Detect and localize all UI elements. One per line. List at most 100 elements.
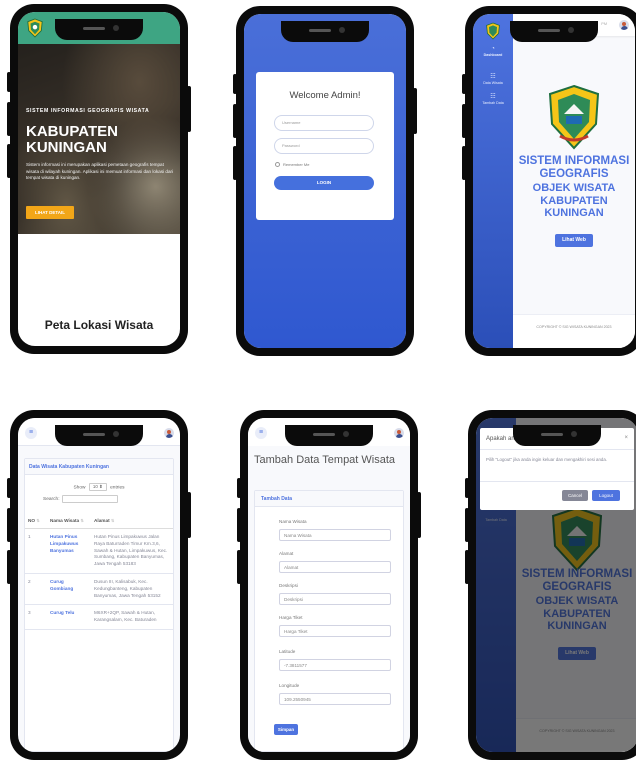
- table-row: 2 Curug Gombiang Dusun III, Kalisabuk, K…: [25, 573, 173, 606]
- search-control: Search:: [43, 495, 118, 503]
- phone-side-button: [7, 102, 11, 136]
- hero-subtitle: SISTEM INFORMASI GEOGRAFIS WISATA: [26, 108, 150, 114]
- card-title: Tambah Data: [255, 491, 403, 507]
- dashboard-title-line: OBJEK WISATA KABUPATEN KUNINGAN: [532, 182, 616, 219]
- phone-side-button: [233, 146, 237, 180]
- search-label: Search:: [43, 496, 60, 502]
- dashboard-main: Agustus 2023 PM SISTEM INFORMASI GEOGRAF…: [513, 14, 635, 348]
- dashboard-title-line: GEOGRAFIS: [539, 167, 609, 180]
- form-card: Tambah Data Nama Wisata Nama Wisata Alam…: [254, 490, 404, 752]
- dashboard-icon: ◔: [491, 46, 495, 52]
- user-avatar-icon[interactable]: [619, 20, 629, 30]
- table-header-row: NO ⇅ Nama Wisata ⇅ Alamat ⇅: [25, 513, 173, 529]
- nama-wisata-input[interactable]: Nama Wisata: [279, 529, 391, 541]
- wisata-name-link[interactable]: Hutan Pinus Limpakuwus Banyumas: [47, 528, 91, 574]
- phone-side-button: [7, 144, 11, 178]
- search-input[interactable]: [61, 495, 118, 503]
- footer: COPYRIGHT © SIG WISATA KUNINGAN 2023: [513, 314, 635, 348]
- phone-side-button: [465, 508, 469, 542]
- phone-notch: [55, 425, 143, 446]
- remember-me-label: Remember Me: [283, 162, 310, 167]
- phone-side-button: [462, 74, 466, 94]
- detail-button[interactable]: LIHAT DETAIL: [26, 206, 74, 219]
- alamat-input[interactable]: Alamat: [279, 561, 391, 573]
- entries-control: Show 10 ⬍ entries: [25, 483, 173, 491]
- kuningan-emblem-icon[interactable]: [26, 18, 44, 38]
- remember-me-checkbox[interactable]: Remember Me: [275, 162, 309, 167]
- phone-side-button: [233, 74, 237, 94]
- longitude-input[interactable]: 109.2550945: [279, 693, 391, 705]
- phone-side-button: [413, 88, 417, 134]
- column-header[interactable]: NO ⇅: [25, 513, 47, 529]
- view-web-button[interactable]: Lihat Web: [555, 234, 593, 247]
- field-label: Latitude: [279, 649, 296, 654]
- table-row: 1 Hutan Pinus Limpakuwus Banyumas Hutan …: [25, 528, 173, 574]
- column-header[interactable]: Alamat ⇅: [91, 513, 173, 529]
- phone-login: Welcome Admin! Username Password Remembe…: [233, 6, 417, 356]
- latitude-input[interactable]: -7.3811577: [279, 659, 391, 671]
- login-button[interactable]: LOGIN: [274, 176, 374, 190]
- wisata-address: Hutan Pinus Limpakuwus Jalan Raya Baturr…: [91, 528, 173, 574]
- field-label: Deskripsi: [279, 583, 298, 588]
- phone-side-button: [417, 492, 421, 538]
- sort-icon: ⇅: [80, 518, 84, 523]
- phone-side-button: [7, 478, 11, 498]
- field-label: Nama Wisata: [279, 519, 307, 524]
- login-screen: Welcome Admin! Username Password Remembe…: [244, 14, 406, 348]
- phone-side-button: [237, 508, 241, 542]
- column-header-label: Nama Wisata: [50, 518, 80, 523]
- phone-landing: SISTEM INFORMASI GEOGRAFIS WISATA KABUPA…: [7, 4, 191, 354]
- save-button[interactable]: Simpan: [274, 724, 298, 735]
- dashboard-title: SISTEM INFORMASI GEOGRAFIS OBJEK WISATA …: [513, 155, 635, 220]
- column-header-label: Alamat: [94, 518, 110, 523]
- phone-notch: [513, 425, 601, 446]
- table-row: 3 Curug Telu M6XR+2QP, Sawah & Hutan, Ka…: [25, 604, 173, 630]
- username-input[interactable]: Username: [274, 115, 374, 131]
- column-header-label: NO: [28, 518, 36, 523]
- phone-side-button: [462, 146, 466, 180]
- kuningan-emblem-icon[interactable]: [485, 22, 501, 40]
- phone-side-button: [7, 550, 11, 584]
- phone-side-button: [465, 550, 469, 584]
- wisata-address: M6XR+2QP, Sawah & Hutan, Karangsalam, Ke…: [91, 604, 173, 630]
- checkbox-icon[interactable]: [275, 162, 280, 167]
- add-data-screen: ≡ Tambah Data Tempat Wisata Tambah Data …: [248, 418, 410, 752]
- user-avatar-icon[interactable]: [164, 428, 174, 438]
- phone-side-button: [187, 492, 191, 538]
- deskripsi-input[interactable]: Deskripsi: [279, 593, 391, 605]
- phone-notch: [55, 19, 143, 40]
- phone-side-button: [237, 478, 241, 498]
- hamburger-menu-icon[interactable]: ≡: [25, 427, 37, 439]
- row-number: 2: [25, 573, 47, 606]
- wisata-name-link[interactable]: Curug Telu: [47, 604, 91, 630]
- phone-logout: Tambah Data SISTEM INFORMASI GEOGRAFIS O…: [465, 410, 636, 760]
- sort-icon: ⇅: [110, 518, 115, 523]
- sidebar-item-data-wisata[interactable]: ☷ Data Wisata: [473, 74, 513, 86]
- sidebar-item-dashboard[interactable]: ◔ Dashboard: [473, 46, 513, 58]
- cancel-button[interactable]: Cancel: [562, 490, 588, 501]
- phone-dashboard: ◔Dashboard ☷Data Wisata ☷Tambah Data Agu…: [462, 6, 636, 356]
- entries-select[interactable]: 10 ⬍: [88, 483, 107, 491]
- phone-notch: [510, 21, 598, 42]
- phone-side-button: [465, 478, 469, 498]
- field-label: Alamat: [279, 551, 294, 556]
- phone-notch: [281, 21, 369, 42]
- entries-value: 10: [92, 484, 98, 489]
- column-header[interactable]: Nama Wisata ⇅: [47, 513, 91, 529]
- entries-label: entries: [110, 485, 125, 491]
- login-card: Welcome Admin! Username Password Remembe…: [256, 72, 394, 220]
- plus-icon: ☷: [490, 94, 496, 100]
- harga-tiket-input[interactable]: Harga Tiket: [279, 625, 391, 637]
- landing-screen: SISTEM INFORMASI GEOGRAFIS WISATA KABUPA…: [18, 12, 180, 346]
- show-label: Show: [73, 485, 86, 491]
- hamburger-menu-icon[interactable]: ≡: [255, 427, 267, 439]
- sidebar-item-tambah-data[interactable]: ☷ Tambah Data: [473, 94, 513, 106]
- wisata-address: Dusun III, Kalisabuk, Kec. Kedungbanteng…: [91, 573, 173, 606]
- wisata-name-link[interactable]: Curug Gombiang: [47, 573, 91, 606]
- user-avatar-icon[interactable]: [394, 428, 404, 438]
- logout-button[interactable]: Logout: [592, 490, 620, 501]
- phone-add-data: ≡ Tambah Data Tempat Wisata Tambah Data …: [237, 410, 421, 760]
- close-icon[interactable]: ×: [624, 435, 628, 441]
- dashboard-title-line: SISTEM INFORMASI: [518, 155, 630, 167]
- password-input[interactable]: Password: [274, 138, 374, 154]
